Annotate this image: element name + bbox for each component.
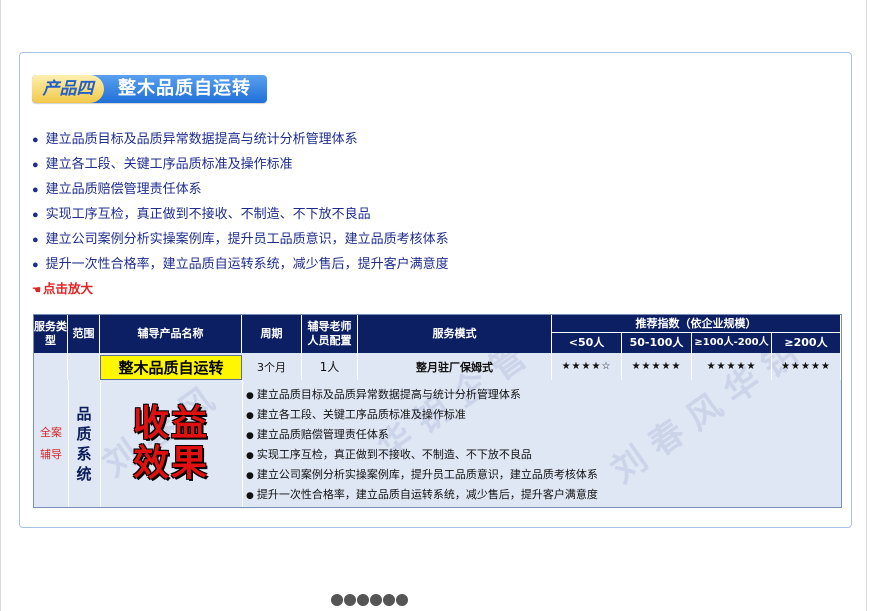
service-table-image[interactable]: 刘 春 风 华 钥 企 管 刘 春 风 华 钥 服务类型 范围 辅导产品名称 周…: [33, 314, 842, 508]
header-period: 周期: [242, 315, 302, 353]
rating-stars: ★★★★★: [772, 353, 841, 380]
header-size: <50人: [552, 333, 622, 353]
list-item: ● 提升一次性合格率，建立品质自运转系统，减少售后，提升客户满意度: [32, 251, 449, 276]
bullet-icon: ●: [32, 209, 39, 221]
list-item: ● 建立公司案例分析实操案例库，提升员工品质意识，建立品质考核体系: [32, 226, 449, 251]
bullet-icon: ●: [32, 259, 39, 271]
header-staff: 辅导老师人员配置: [302, 315, 358, 353]
list-item: ● 建立品质赔偿管理责任体系: [246, 428, 389, 441]
pagination-dots: [331, 594, 408, 606]
page-edge: [0, 0, 1, 611]
bullet-icon: ●: [32, 234, 39, 246]
effect-graphic: 收益 效果: [100, 380, 243, 507]
empty-cell: [34, 353, 68, 380]
rating-stars: ★★★★☆: [552, 353, 622, 380]
list-item: ● 提升一次性合格率，建立品质自运转系统，减少售后，提升客户满意度: [246, 488, 598, 501]
page-dot[interactable]: [370, 594, 382, 606]
title-banner: 产品四 整木品质自运转: [32, 75, 267, 103]
bullet-icon: ●: [32, 184, 39, 196]
header-scope: 范围: [68, 315, 100, 353]
page-dot[interactable]: [331, 594, 343, 606]
list-item: ● 实现工序互检，真正做到不接收、不制造、不下放不良品: [246, 448, 532, 461]
bullet-icon: ●: [246, 491, 254, 501]
pointer-icon: ☚: [32, 285, 41, 296]
list-item: ● 建立各工段、关键工序品质标准及操作标准: [32, 151, 449, 176]
header-service-type: 服务类型: [34, 315, 68, 353]
page-edge: [866, 0, 867, 611]
page-dot[interactable]: [344, 594, 356, 606]
page-dot[interactable]: [357, 594, 369, 606]
rating-stars: ★★★★★: [622, 353, 692, 380]
list-item: ● 建立公司案例分析实操案例库，提升员工品质意识，建立品质考核体系: [246, 468, 598, 481]
empty-cell: [68, 353, 100, 380]
effect-line: 收益: [132, 402, 209, 444]
zoom-link[interactable]: ☚ 点击放大: [32, 278, 93, 297]
bullet-icon: ●: [32, 134, 39, 146]
bullet-icon: ●: [246, 411, 254, 421]
bullet-icon: ●: [246, 471, 254, 481]
effect-line: 效果: [132, 442, 209, 484]
header-size: ≥100人-200人: [692, 333, 772, 353]
product-tag: 产品四: [32, 75, 104, 103]
header-product-name: 辅导产品名称: [100, 315, 242, 353]
feature-list: ● 建立品质目标及品质异常数据提高与统计分析管理体系 ● 建立各工段、关键工序品…: [32, 126, 449, 276]
list-item: ● 建立各工段、关键工序品质标准及操作标准: [246, 408, 466, 421]
list-item: ● 实现工序互检，真正做到不接收、不制造、不下放不良品: [32, 201, 449, 226]
list-item: ● 建立品质目标及品质异常数据提高与统计分析管理体系: [246, 388, 521, 401]
bullet-icon: ●: [246, 451, 254, 461]
bullet-icon: ●: [246, 391, 254, 401]
system-label: 品质系统: [68, 380, 101, 507]
bullet-icon: ●: [32, 159, 39, 171]
product-card: 产品四 整木品质自运转 ● 建立品质目标及品质异常数据提高与统计分析管理体系 ●…: [19, 52, 852, 528]
service-type-value: 全案辅导: [34, 380, 69, 507]
header-size: 50-100人: [622, 333, 692, 353]
staff-cell: 1人: [302, 353, 358, 380]
product-title: 整木品质自运转: [118, 78, 251, 99]
bullet-icon: ●: [246, 431, 254, 441]
detail-list: ● 建立品质目标及品质异常数据提高与统计分析管理体系 ● 建立各工段、关键工序品质标…: [246, 385, 598, 505]
page-dot[interactable]: [383, 594, 395, 606]
header-mode: 服务模式: [358, 315, 552, 353]
rating-stars: ★★★★★: [692, 353, 772, 380]
list-item: ● 建立品质赔偿管理责任体系: [32, 176, 449, 201]
mode-cell: 整月驻厂保姆式: [358, 353, 552, 380]
header-recommend: 推荐指数（依企业规模）: [552, 315, 841, 333]
period-cell: 3个月: [242, 353, 302, 380]
list-item: ● 建立品质目标及品质异常数据提高与统计分析管理体系: [32, 126, 449, 151]
page-dot[interactable]: [396, 594, 408, 606]
header-size: ≥200人: [772, 333, 841, 353]
product-name-cell: 整木品质自运转: [100, 355, 242, 380]
